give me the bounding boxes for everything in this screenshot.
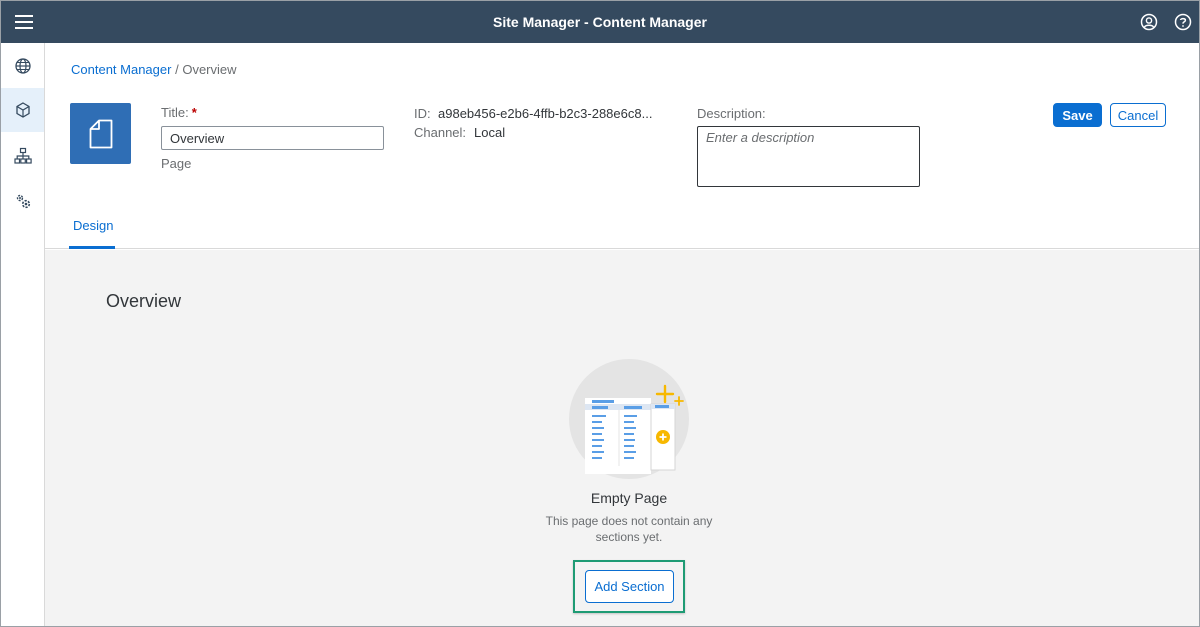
nav-item-hierarchy[interactable] — [1, 134, 44, 178]
tab-selected-indicator — [69, 246, 115, 249]
tab-design[interactable]: Design — [73, 218, 113, 249]
app-title: Site Manager - Content Manager — [493, 14, 707, 30]
nav-item-settings[interactable] — [1, 179, 44, 223]
empty-state-title: Empty Page — [590, 490, 668, 506]
breadcrumb: Content Manager / Overview — [71, 62, 237, 77]
empty-state-description: This page does not contain any sections … — [545, 514, 713, 544]
hierarchy-icon — [13, 147, 32, 164]
id-label: ID: — [414, 106, 431, 121]
description-label: Description: — [697, 106, 766, 121]
required-marker: * — [191, 105, 197, 120]
settings-icon — [16, 194, 30, 209]
breadcrumb-link-content-manager[interactable]: Content Manager — [71, 62, 171, 77]
empty-page-illustration — [567, 358, 693, 491]
save-button[interactable]: Save — [1053, 103, 1102, 127]
breadcrumb-separator: / — [175, 62, 179, 77]
cube-icon — [15, 102, 30, 118]
nav-item-sites[interactable] — [1, 44, 44, 88]
channel-value: Local — [474, 125, 506, 140]
title-label: Title: * — [161, 105, 197, 120]
side-navigation — [1, 43, 45, 626]
nav-item-content-manager[interactable] — [1, 88, 44, 132]
page-title: Overview — [106, 291, 182, 311]
user-profile-icon[interactable] — [1140, 13, 1158, 31]
globe-icon — [14, 58, 31, 74]
app-window: Site Manager - Content Manager Content M… — [0, 0, 1200, 627]
shell-bar: Site Manager - Content Manager — [1, 1, 1199, 43]
page-canvas: Overview Empty Page This page does not c… — [45, 250, 1199, 626]
page-icon — [70, 103, 131, 164]
cancel-button[interactable]: Cancel — [1110, 103, 1166, 127]
breadcrumb-current: Overview — [182, 62, 237, 77]
id-value: a98eb456-e2b6-4ffb-b2c3-288e6c8... — [438, 106, 653, 121]
add-section-button[interactable]: Add Section — [585, 570, 674, 603]
channel-label: Channel: — [414, 125, 467, 140]
description-field[interactable] — [697, 126, 920, 187]
object-header: Content Manager / Overview Title:* Page … — [45, 43, 1199, 249]
help-icon[interactable] — [1174, 13, 1192, 31]
object-type: Page — [161, 156, 192, 171]
title-input[interactable] — [161, 126, 384, 150]
